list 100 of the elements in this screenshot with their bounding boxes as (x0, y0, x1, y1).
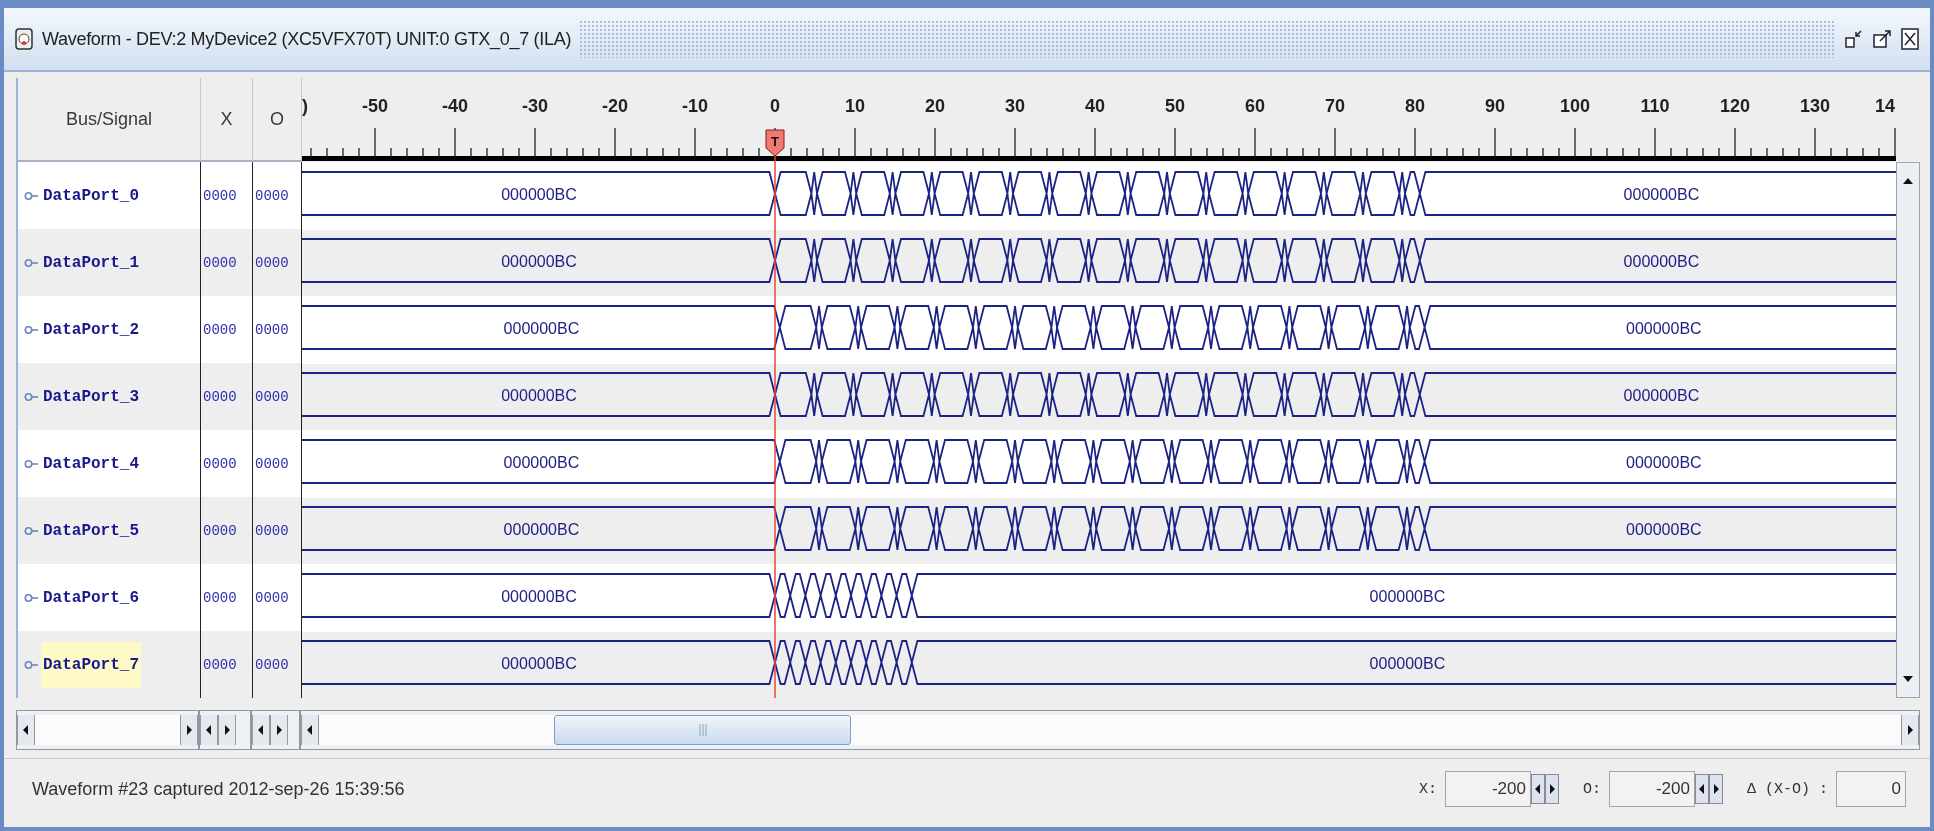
signal-node-icon (24, 256, 38, 269)
horizontal-scrollbar[interactable] (300, 710, 1920, 750)
status-message: Waveform #23 captured 2012-sep-26 15:39:56 (32, 778, 405, 800)
bus-value: 000000BC (503, 520, 580, 538)
x-value-cell: 0000 (201, 564, 253, 631)
scroll-left-icon[interactable] (301, 715, 319, 745)
scroll-right-icon[interactable] (218, 715, 236, 745)
ruler-label: 14 (1874, 96, 1895, 116)
ruler-label: -10 (682, 96, 708, 116)
signal-name[interactable]: DataPort_5 (41, 507, 141, 554)
o-value-cell: 0000 (253, 564, 302, 631)
minimize-icon[interactable] (1844, 28, 1864, 50)
scroll-thumb[interactable] (554, 715, 851, 745)
o-value-cell: 0000 (253, 229, 302, 296)
spin-arrows-icon[interactable] (1695, 774, 1723, 804)
ruler-label: 130 (1800, 96, 1830, 116)
column-header[interactable]: Bus/Signal (18, 78, 201, 162)
bus-value: 000000BC (1626, 453, 1702, 471)
scroll-right-icon[interactable] (270, 715, 288, 745)
spin-arrows-icon[interactable] (1530, 774, 1559, 804)
vertical-scrollbar[interactable] (1896, 162, 1920, 698)
signal-node-icon (24, 457, 38, 470)
x-value-cell: 0000 (201, 631, 253, 698)
o-label: O: (1582, 780, 1601, 798)
app-icon (14, 27, 34, 51)
window-title: Waveform - DEV:2 MyDevice2 (XC5VFX70T) UNIT:0 GTX_0_7 (ILA) (42, 28, 572, 50)
column-header[interactable]: O (253, 78, 302, 162)
maximize-icon[interactable] (1872, 28, 1892, 50)
ruler-label: 20 (925, 96, 945, 116)
signal-node-icon (24, 390, 38, 403)
o-field[interactable]: -200 (1609, 771, 1695, 807)
signal-name[interactable]: DataPort_4 (41, 440, 141, 487)
signal-node-icon (24, 323, 38, 336)
ruler-label: 80 (1405, 96, 1425, 116)
delta-field: 0 (1836, 771, 1906, 807)
signal-node-icon (24, 189, 38, 202)
bus-value: 000000BC (1623, 386, 1700, 404)
signal-node-icon (24, 658, 38, 671)
x-value-cell: 0000 (201, 363, 253, 430)
grip-icon (698, 723, 707, 737)
ruler-label: -20 (602, 96, 628, 116)
o-value-cell: 0000 (253, 631, 302, 698)
o-value-cell: 0000 (253, 497, 302, 564)
bus-value: 000000BC (501, 587, 577, 605)
bus-value: 000000BC (501, 654, 577, 672)
bus-value: 000000BC (501, 252, 577, 270)
signal-name[interactable]: DataPort_2 (41, 306, 141, 353)
trigger-label: T (771, 134, 779, 149)
o-value-cell: 0000 (253, 363, 302, 430)
ruler-label: -30 (522, 96, 548, 116)
x-value-cell: 0000 (201, 296, 253, 363)
signal-node-icon (24, 524, 38, 537)
horizontal-scrollbar[interactable] (251, 710, 300, 750)
x-value-cell: 0000 (201, 430, 253, 497)
ruler-label: 40 (1085, 96, 1105, 116)
ruler-label: 0 (770, 96, 780, 116)
column-header[interactable]: X (201, 78, 253, 162)
bus-value: 000000BC (1623, 252, 1700, 270)
horizontal-scrollbar[interactable] (199, 710, 251, 750)
ruler-label: 50 (1165, 96, 1185, 116)
ruler-label: -50 (362, 96, 388, 116)
ruler-label: 90 (1485, 96, 1505, 116)
bus-value: 000000BC (503, 453, 580, 471)
scroll-right-icon[interactable] (180, 715, 198, 745)
signal-node-icon (24, 591, 38, 604)
delta-label: Δ (X-O) : (1747, 780, 1828, 798)
ruler-label: 60 (1245, 96, 1265, 116)
signal-name[interactable]: DataPort_0 (41, 172, 141, 219)
ruler-label: 10 (845, 96, 865, 116)
bus-value: 000000BC (503, 319, 580, 337)
scroll-left-icon[interactable] (17, 715, 35, 745)
bus-value: 000000BC (1626, 319, 1702, 337)
bus-value: 000000BC (1369, 587, 1446, 605)
signal-name[interactable]: DataPort_7 (41, 641, 141, 688)
bus-value: 000000BC (501, 185, 577, 203)
scroll-left-icon[interactable] (252, 715, 270, 745)
bus-value: 000000BC (1369, 654, 1446, 672)
ruler-label: 120 (1720, 96, 1750, 116)
ruler-label: 70 (1325, 96, 1345, 116)
horizontal-scrollbar[interactable] (16, 710, 199, 750)
o-value-cell: 0000 (253, 430, 302, 497)
ruler-label: 30 (1005, 96, 1025, 116)
ruler-label: 110 (1640, 96, 1670, 116)
close-icon[interactable] (1900, 27, 1920, 51)
signal-name[interactable]: DataPort_3 (41, 373, 141, 420)
x-value-cell: 0000 (201, 229, 253, 296)
o-value-cell: 0000 (253, 162, 302, 229)
scroll-right-icon[interactable] (1901, 715, 1919, 745)
o-value-cell: 0000 (253, 296, 302, 363)
x-value-cell: 0000 (201, 162, 253, 229)
x-value-cell: 0000 (201, 497, 253, 564)
ruler-label: ) (302, 96, 308, 116)
ruler-label: 100 (1560, 96, 1590, 116)
scroll-left-icon[interactable] (200, 715, 218, 745)
x-label: X: (1418, 780, 1437, 798)
x-field[interactable]: -200 (1444, 771, 1531, 807)
bus-value: 000000BC (1626, 520, 1702, 538)
signal-name[interactable]: DataPort_1 (41, 239, 141, 286)
bus-value: 000000BC (501, 386, 577, 404)
signal-name[interactable]: DataPort_6 (41, 574, 141, 621)
